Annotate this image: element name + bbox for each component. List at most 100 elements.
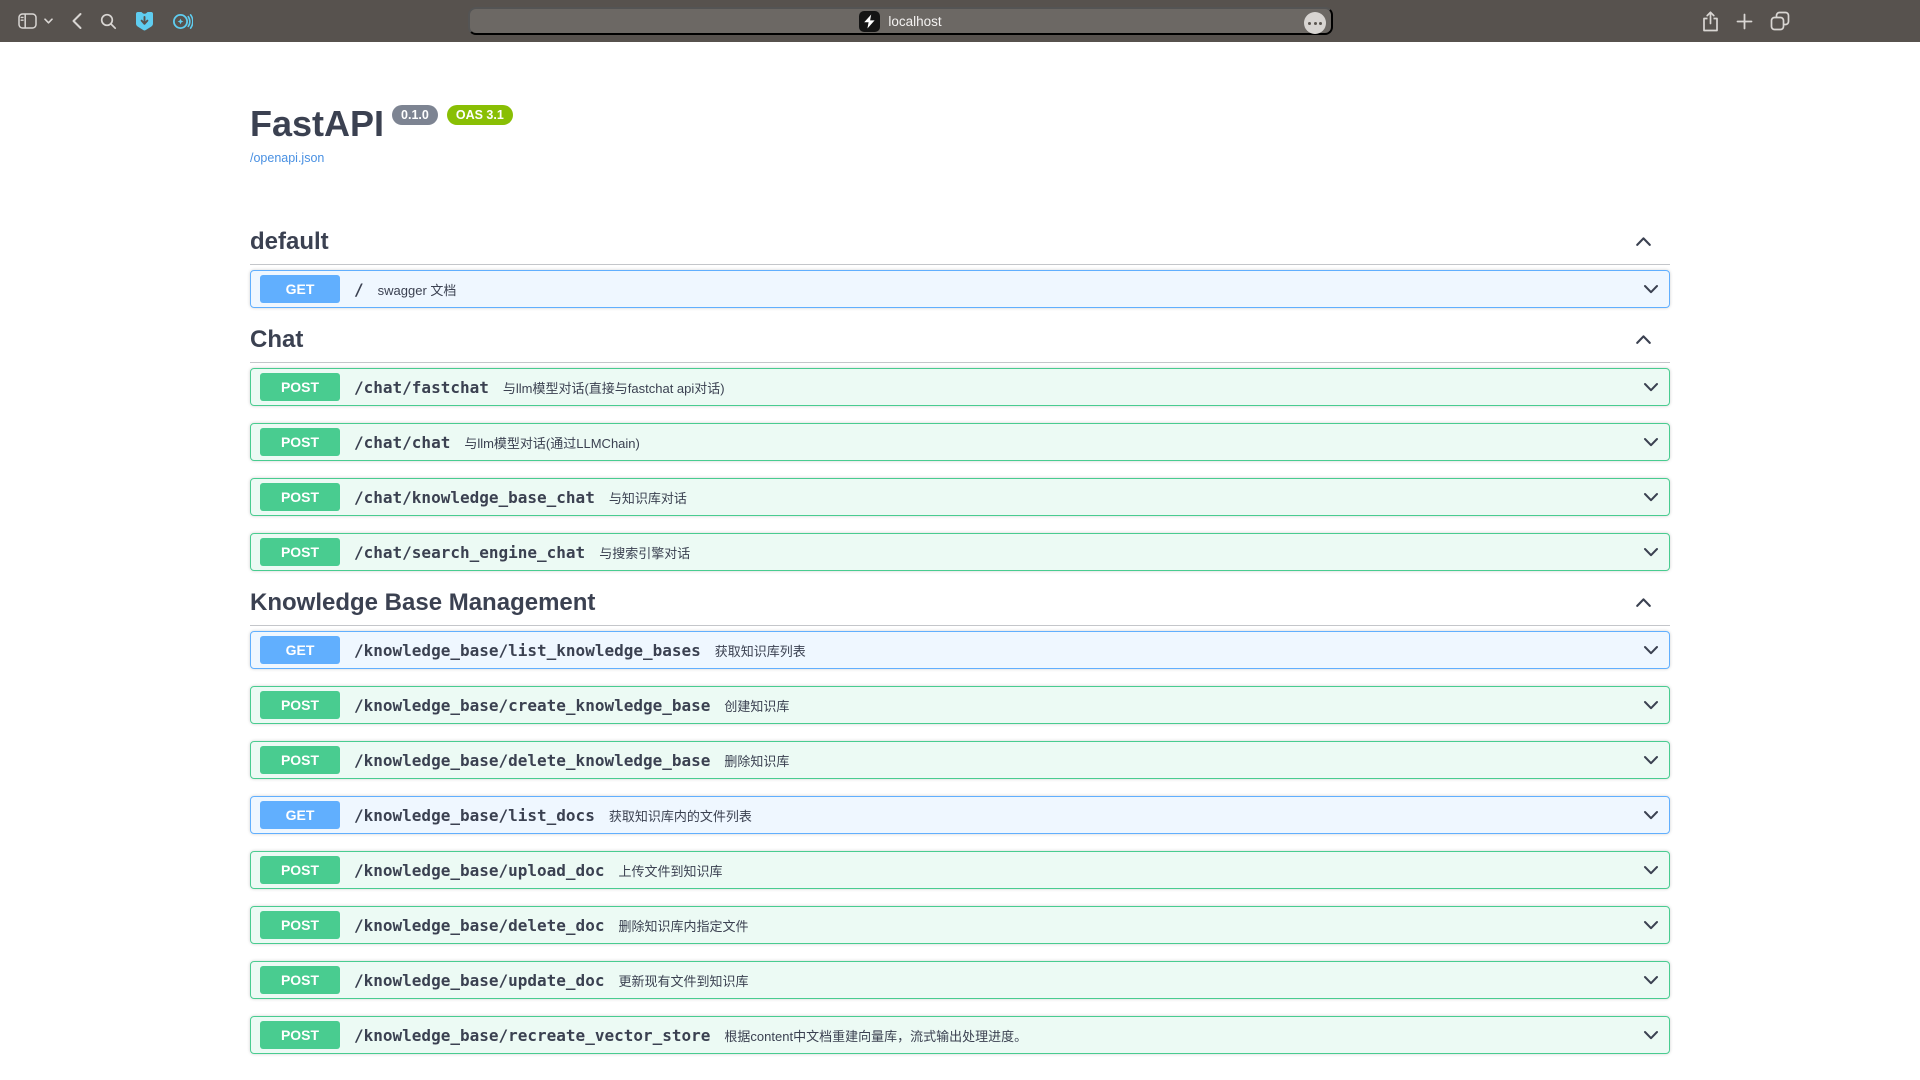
section-header[interactable]: default: [250, 227, 1670, 265]
operation-summary: 与搜索引擎对话: [599, 543, 690, 562]
tabs-overview-icon: [1770, 11, 1790, 31]
operation-path: /knowledge_base/create_knowledge_base: [354, 696, 710, 715]
section-title: Chat: [250, 325, 303, 354]
operation-path: /knowledge_base/update_doc: [354, 971, 604, 990]
operation-summary: 与知识库对话: [609, 488, 687, 507]
swagger-page: FastAPI 0.1.0 OAS 3.1 /openapi.json defa…: [0, 42, 1920, 1080]
toolbar-right-group: [1702, 0, 1790, 42]
operation-path: /knowledge_base/list_docs: [354, 806, 595, 825]
method-badge: POST: [260, 1021, 340, 1049]
version-badge: 0.1.0: [392, 105, 438, 125]
operation-summary: 获取知识库内的文件列表: [609, 806, 752, 825]
operation-path: /knowledge_base/recreate_vector_store: [354, 1026, 710, 1045]
operation-path: /knowledge_base/list_knowledge_bases: [354, 641, 701, 660]
search-button[interactable]: [100, 13, 117, 30]
chevron-down-icon[interactable]: [1641, 542, 1661, 562]
chevron-down-icon[interactable]: [1641, 640, 1661, 660]
chevron-down-icon[interactable]: [1641, 695, 1661, 715]
sidebar-icon: [18, 13, 37, 29]
operation-summary: 删除知识库内指定文件: [618, 916, 748, 935]
api-section: Knowledge Base Management GET /knowledge…: [250, 588, 1670, 1054]
sidebar-menu-button[interactable]: [44, 18, 53, 24]
section-header[interactable]: Chat: [250, 325, 1670, 363]
api-section: default GET / swagger 文档: [250, 227, 1670, 308]
method-badge: POST: [260, 538, 340, 566]
section-title: Knowledge Base Management: [250, 588, 595, 617]
operation-row[interactable]: POST /chat/fastchat 与llm模型对话(直接与fastchat…: [250, 368, 1670, 406]
chevron-down-icon[interactable]: [1641, 915, 1661, 935]
operation-row[interactable]: POST /knowledge_base/create_knowledge_ba…: [250, 686, 1670, 724]
site-favicon: [859, 11, 880, 32]
chevron-down-icon[interactable]: [1641, 487, 1661, 507]
content-blocker-icon: [135, 11, 154, 31]
chevron-up-icon[interactable]: [1633, 329, 1654, 350]
browser-toolbar: localhost: [0, 0, 1920, 42]
operation-summary: 更新现有文件到知识库: [618, 971, 748, 990]
operation-row[interactable]: GET /knowledge_base/list_knowledge_bases…: [250, 631, 1670, 669]
method-badge: POST: [260, 373, 340, 401]
section-title: default: [250, 227, 329, 256]
operation-summary: 获取知识库列表: [715, 641, 806, 660]
openapi-spec-link[interactable]: /openapi.json: [250, 151, 324, 165]
operation-row[interactable]: POST /knowledge_base/delete_doc 删除知识库内指定…: [250, 906, 1670, 944]
address-text: localhost: [888, 14, 941, 29]
live-broadcast-button[interactable]: [172, 12, 193, 31]
chevron-down-icon[interactable]: [1641, 279, 1661, 299]
operation-path: /chat/fastchat: [354, 378, 489, 397]
back-button[interactable]: [71, 12, 82, 30]
method-badge: POST: [260, 911, 340, 939]
chevron-down-icon[interactable]: [1641, 750, 1661, 770]
operation-path: /chat/chat: [354, 433, 450, 452]
operation-row[interactable]: GET /knowledge_base/list_docs 获取知识库内的文件列…: [250, 796, 1670, 834]
operation-row[interactable]: POST /knowledge_base/recreate_vector_sto…: [250, 1016, 1670, 1054]
method-badge: POST: [260, 966, 340, 994]
api-info-header: FastAPI 0.1.0 OAS 3.1: [250, 102, 1670, 145]
method-badge: POST: [260, 691, 340, 719]
operation-summary: 与llm模型对话(直接与fastchat api对话): [503, 378, 725, 397]
method-badge: POST: [260, 428, 340, 456]
chevron-down-icon[interactable]: [1641, 805, 1661, 825]
new-tab-icon: [1736, 13, 1753, 30]
section-header[interactable]: Knowledge Base Management: [250, 588, 1670, 626]
operation-row[interactable]: POST /chat/knowledge_base_chat 与知识库对话: [250, 478, 1670, 516]
operation-row[interactable]: POST /knowledge_base/update_doc 更新现有文件到知…: [250, 961, 1670, 999]
operation-summary: 上传文件到知识库: [618, 861, 722, 880]
tabs-overview-button[interactable]: [1770, 11, 1790, 31]
operation-path: /knowledge_base/delete_knowledge_base: [354, 751, 710, 770]
live-broadcast-icon: [172, 12, 193, 31]
operation-summary: 与llm模型对话(通过LLMChain): [464, 433, 640, 452]
chevron-down-icon[interactable]: [1641, 860, 1661, 880]
chevron-down-icon[interactable]: [1641, 432, 1661, 452]
operation-path: /knowledge_base/delete_doc: [354, 916, 604, 935]
api-title: FastAPI: [250, 102, 384, 145]
operation-row[interactable]: POST /chat/search_engine_chat 与搜索引擎对话: [250, 533, 1670, 571]
chevron-up-icon[interactable]: [1633, 231, 1654, 252]
operation-row[interactable]: POST /chat/chat 与llm模型对话(通过LLMChain): [250, 423, 1670, 461]
operation-path: /knowledge_base/upload_doc: [354, 861, 604, 880]
operation-row[interactable]: POST /knowledge_base/delete_knowledge_ba…: [250, 741, 1670, 779]
api-section: Chat POST /chat/fastchat 与llm模型对话(直接与fas…: [250, 325, 1670, 571]
operation-row[interactable]: POST /knowledge_base/upload_doc 上传文件到知识库: [250, 851, 1670, 889]
sidebar-button[interactable]: [18, 13, 37, 29]
method-badge: GET: [260, 636, 340, 664]
operation-row[interactable]: GET / swagger 文档: [250, 270, 1670, 308]
chevron-down-icon[interactable]: [1641, 970, 1661, 990]
chevron-down-icon[interactable]: [1641, 1025, 1661, 1045]
operation-summary: 创建知识库: [724, 696, 789, 715]
method-badge: POST: [260, 746, 340, 774]
method-badge: POST: [260, 483, 340, 511]
chevron-up-icon[interactable]: [1633, 592, 1654, 613]
api-sections: default GET / swagger 文档 Chat: [250, 227, 1670, 1054]
share-icon: [1702, 11, 1719, 32]
chevron-down-icon[interactable]: [1641, 377, 1661, 397]
page-settings-button[interactable]: [1304, 12, 1326, 34]
new-tab-button[interactable]: [1736, 13, 1753, 30]
operation-path: /chat/knowledge_base_chat: [354, 488, 595, 507]
share-button[interactable]: [1702, 11, 1719, 32]
operation-path: /: [354, 280, 364, 299]
back-icon: [71, 12, 82, 30]
content-blocker-button[interactable]: [135, 11, 154, 31]
operation-summary: 根据content中文档重建向量库，流式输出处理进度。: [724, 1026, 1027, 1045]
method-badge: POST: [260, 856, 340, 884]
address-bar[interactable]: localhost: [468, 7, 1333, 35]
